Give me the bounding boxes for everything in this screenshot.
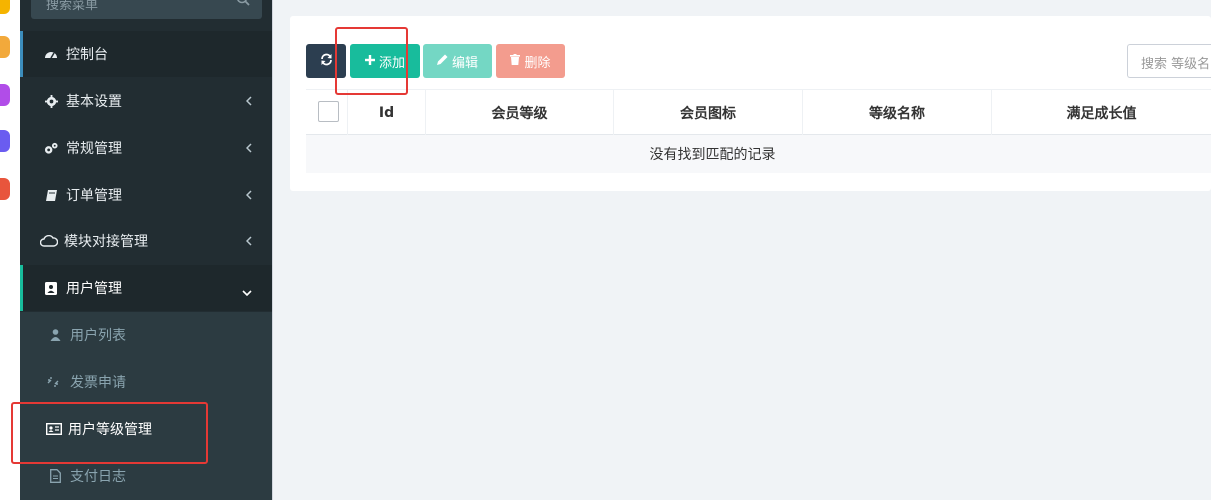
chevron-left-icon	[245, 141, 252, 157]
levels-table: Id 会员等级 会员图标 等级名称 满足成长值 没有找到匹配的记录	[306, 89, 1211, 173]
sidebar-item-label: 用户管理	[66, 281, 122, 297]
sidebar-item-users[interactable]: 用户管理	[20, 265, 272, 311]
chevron-left-icon	[245, 234, 252, 250]
sidebar-item-general[interactable]: 常规管理	[20, 125, 272, 171]
gear-icon	[44, 94, 58, 108]
edit-button[interactable]: 编辑	[423, 44, 492, 78]
edit-button-label: 编辑	[451, 55, 478, 71]
delete-button-label: 删除	[524, 55, 551, 71]
app-icon[interactable]	[0, 178, 10, 200]
sidebar-subitem-label: 发票申请	[70, 375, 126, 391]
table-search-input[interactable]: 搜索 等级名	[1127, 44, 1211, 78]
column-header-level[interactable]: 会员等级	[425, 90, 613, 135]
file-icon	[48, 469, 62, 483]
sidebar-item-label: 常规管理	[66, 141, 122, 157]
chevron-left-icon	[245, 188, 252, 204]
app-icon[interactable]	[0, 84, 10, 106]
highlight-box-add	[335, 27, 408, 95]
sidebar-search-placeholder: 搜索菜单	[46, 0, 99, 13]
empty-table-message: 没有找到匹配的记录	[306, 135, 1211, 173]
cloud-icon	[40, 234, 58, 248]
highlight-box-user-levels	[11, 402, 208, 464]
delete-button[interactable]: 删除	[496, 44, 565, 78]
gears-icon	[44, 141, 58, 155]
refresh-icon	[320, 53, 333, 70]
sidebar-item-basic-settings[interactable]: 基本设置	[20, 78, 272, 124]
sidebar-item-label: 模块对接管理	[64, 234, 148, 250]
dashboard-icon	[44, 47, 58, 61]
sidebar-item-label: 基本设置	[66, 94, 122, 110]
sidebar-divider	[272, 0, 273, 500]
trash-icon	[510, 53, 521, 69]
sidebar-item-label: 订单管理	[66, 188, 122, 204]
sidebar-subitem-label: 用户列表	[70, 328, 126, 344]
table-search-placeholder: 搜索 等级名	[1141, 57, 1211, 72]
search-icon[interactable]	[236, 0, 250, 10]
sidebar-subitem-user-list[interactable]: 用户列表	[20, 312, 272, 358]
chain-broken-icon	[46, 375, 60, 389]
content-panel: 添加 编辑 删除 搜索 等级名 Id 会员等级 会员图标 等级名称 满足成长值 …	[290, 16, 1211, 191]
book-icon	[44, 188, 58, 202]
column-header-name[interactable]: 等级名称	[802, 90, 991, 135]
sidebar-search-input[interactable]: 搜索菜单	[31, 0, 262, 19]
column-header-growth[interactable]: 满足成长值	[991, 90, 1211, 135]
app-icon[interactable]	[0, 130, 10, 152]
sidebar-subitem-invoice[interactable]: 发票申请	[20, 359, 272, 405]
chevron-down-icon	[242, 284, 252, 300]
app-icon[interactable]	[0, 36, 10, 58]
sidebar-item-orders[interactable]: 订单管理	[20, 172, 272, 218]
select-all-checkbox[interactable]	[318, 101, 339, 122]
sidebar-subitem-label: 支付日志	[70, 469, 126, 485]
user-box-icon	[44, 281, 58, 295]
chevron-left-icon	[245, 94, 252, 110]
app-icon[interactable]	[0, 0, 10, 14]
table-header: Id 会员等级 会员图标 等级名称 满足成长值	[306, 89, 1211, 135]
sidebar-item-label: 控制台	[66, 47, 108, 63]
user-icon	[48, 328, 62, 342]
sidebar-item-modules[interactable]: 模块对接管理	[20, 218, 272, 264]
pencil-icon	[436, 54, 448, 69]
sidebar-item-dashboard[interactable]: 控制台	[20, 31, 272, 77]
column-header-id[interactable]: Id	[347, 90, 425, 135]
column-header-icon[interactable]: 会员图标	[613, 90, 802, 135]
